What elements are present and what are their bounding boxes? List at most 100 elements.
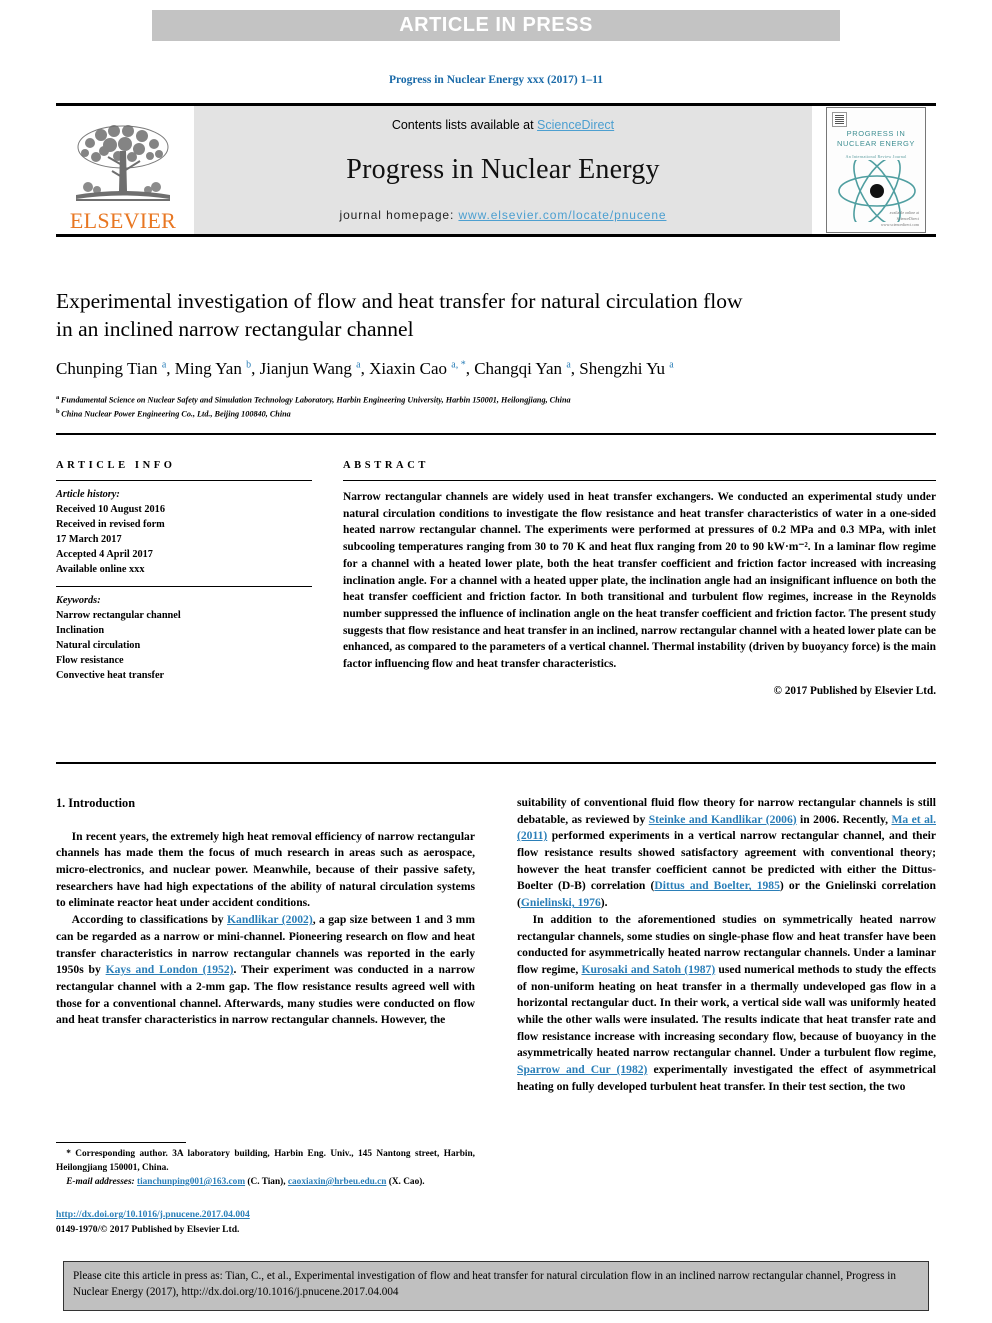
right-column-paragraphs: suitability of conventional fluid flow t… [517, 795, 936, 1095]
article-in-press-label: ARTICLE IN PRESS [399, 14, 593, 36]
author-name: Jianjun Wang [259, 359, 357, 378]
article-history-item: Available online xxx [56, 564, 145, 576]
doi-block: http://dx.doi.org/10.1016/j.pnucene.2017… [56, 1208, 475, 1238]
section-title-introduction: 1. Introduction [56, 796, 136, 810]
email-addresses-note: E-mail addresses: tianchunping001@163.co… [56, 1176, 475, 1190]
footnotes-block: * Corresponding author. 3A laboratory bu… [56, 1148, 475, 1190]
author-name: Ming Yan [174, 359, 247, 378]
affiliation-text: China Nuclear Power Engineering Co., Ltd… [61, 410, 291, 420]
issn-copyright-line: 0149-1970/© 2017 Published by Elsevier L… [56, 1223, 240, 1235]
keywords-label: Keywords: [56, 595, 101, 607]
journal-homepage-line: journal homepage: www.elsevier.com/locat… [340, 208, 667, 222]
keywords-block: Keywords: Narrow rectangular channel Incl… [56, 593, 312, 683]
article-history-label: Article history: [56, 489, 120, 500]
keywords-rule [56, 586, 312, 588]
author-name: Chunping Tian [56, 359, 162, 378]
sciencedirect-link[interactable]: ScienceDirect [537, 118, 614, 132]
article-in-press-banner: ARTICLE IN PRESS [152, 10, 840, 41]
citation-link[interactable]: Sparrow and Cur (1982) [517, 1063, 647, 1076]
author-name: Xiaxin Cao [369, 359, 452, 378]
author-name: Changqi Yan [474, 359, 567, 378]
article-history-items: Received 10 August 2016 Received in revis… [56, 502, 312, 577]
doi-link[interactable]: http://dx.doi.org/10.1016/j.pnucene.2017… [56, 1209, 250, 1220]
cover-title-line1: PROGRESS IN [846, 129, 906, 138]
cover-footer: available online at ScienceDirect www.sc… [881, 210, 919, 228]
article-history-item: Accepted 4 April 2017 [56, 549, 153, 561]
author-affiliation-mark: a, * [451, 359, 466, 371]
left-column-paragraphs: In recent years, the extremely high heat… [56, 829, 475, 1029]
body-paragraph: suitability of conventional fluid flow t… [517, 796, 937, 910]
abstract-heading: ABSTRACT [343, 460, 429, 471]
journal-masthead: ELSEVIER Contents lists available at Sci… [56, 103, 936, 237]
author-affiliation-mark: b [246, 359, 252, 371]
email-owner: (C. Tian), [245, 1176, 286, 1187]
journal-homepage-link[interactable]: www.elsevier.com/locate/pnucene [458, 208, 666, 222]
cover-title-line2: NUCLEAR ENERGY [837, 139, 915, 149]
author-list: Chunping Tian a, Ming Yan b, Jianjun Wan… [56, 359, 674, 378]
abstract-text: Narrow rectangular channels are widely u… [343, 491, 936, 671]
author-affiliation-mark: a [566, 359, 571, 371]
citation-link[interactable]: Kays and London (1952) [106, 963, 234, 976]
journal-cover-thumbnail: PROGRESS IN NUCLEAR ENERGY An Internatio… [826, 107, 926, 233]
article-history-item: Received in revised form [56, 519, 165, 531]
affiliation-item: a Fundamental Science on Nuclear Safety … [56, 393, 936, 407]
article-info-column: ARTICLE INFO Article history: Received 1… [56, 460, 312, 683]
email-addresses-label: E-mail addresses: [66, 1176, 135, 1187]
author-affiliation-mark: a [669, 359, 674, 371]
contents-available-line: Contents lists available at ScienceDirec… [392, 118, 614, 132]
article-history-block: Article history: Received 10 August 2016… [56, 487, 312, 577]
article-history-item: 17 March 2017 [56, 534, 122, 546]
abstract-rule [343, 480, 936, 481]
article-title: Experimental investigation of flow and h… [56, 289, 743, 342]
affiliation-item: b China Nuclear Power Engineering Co., L… [56, 407, 936, 421]
elsevier-wordmark: ELSEVIER [69, 208, 177, 233]
keyword-item: Inclination [56, 625, 105, 637]
citation-link[interactable]: Kandlikar (2002) [227, 913, 313, 926]
abstract-column: ABSTRACT Narrow rectangular channels are… [343, 460, 936, 697]
email-owner: (X. Cao). [386, 1176, 425, 1187]
body-paragraph: In addition to the aforementioned studie… [517, 912, 937, 1093]
author-affiliation-mark: a [356, 359, 361, 371]
article-info-heading: ARTICLE INFO [56, 460, 176, 471]
author-name: Shengzhi Yu [579, 359, 670, 378]
elsevier-logo: ELSEVIER [56, 106, 190, 234]
author-affiliation-mark: a [161, 359, 167, 371]
article-history-item: Received 10 August 2016 [56, 504, 165, 516]
journal-name: Progress in Nuclear Energy [346, 154, 660, 185]
abstract-copyright: © 2017 Published by Elsevier Ltd. [773, 684, 936, 697]
contents-prefix: Contents lists available at [391, 118, 538, 132]
divider-above-info [56, 433, 936, 435]
homepage-prefix: journal homepage: [339, 208, 459, 222]
cover-title: PROGRESS IN NUCLEAR ENERGY [827, 129, 925, 149]
keyword-item: Flow resistance [56, 655, 124, 667]
citation-box: Please cite this article in press as: Ti… [63, 1261, 929, 1311]
body-paragraph: According to classifications by Kandlika… [56, 913, 476, 1027]
citation-link[interactable]: Gnielinski, 1976 [521, 896, 601, 909]
elsevier-tree-icon [76, 125, 170, 201]
citation-text: Please cite this article in press as: Ti… [73, 1270, 896, 1298]
citation-link[interactable]: Dittus and Boelter, 1985 [654, 879, 780, 892]
keyword-item: Natural circulation [56, 640, 141, 652]
footnote-divider [56, 1142, 186, 1143]
body-paragraph: In recent years, the extremely high heat… [56, 829, 475, 910]
email-link[interactable]: caoxiaxin@hrbeu.edu.cn [288, 1177, 387, 1187]
email-link[interactable]: tianchunping001@163.com [137, 1177, 245, 1187]
cover-barcode-icon [832, 112, 847, 127]
cover-footer-line3: www.sciencedirect.com [880, 222, 919, 227]
body-column-right: suitability of conventional fluid flow t… [517, 795, 936, 1095]
cover-subtitle: An International Review Journal [845, 154, 907, 159]
keyword-item: Convective heat transfer [56, 670, 165, 682]
masthead-center: Contents lists available at ScienceDirec… [194, 106, 812, 234]
citation-link[interactable]: Steinke and Kandlikar (2006) [649, 813, 797, 826]
masthead-right: PROGRESS IN NUCLEAR ENERGY An Internatio… [816, 106, 936, 234]
article-info-rule [56, 480, 312, 481]
running-head: Progress in Nuclear Energy xxx (2017) 1–… [388, 74, 603, 86]
corresponding-author-note: * Corresponding author. 3A laboratory bu… [56, 1149, 475, 1173]
citation-link[interactable]: Kurosaki and Satoh (1987) [581, 963, 715, 976]
divider-below-abstract [56, 762, 936, 764]
body-column-left: 1. Introduction In recent years, the ext… [56, 795, 475, 1029]
affiliation-text: Fundamental Science on Nuclear Safety an… [60, 395, 571, 405]
email-addresses-list: tianchunping001@163.com (C. Tian), caoxi… [137, 1177, 425, 1187]
affiliation-list: a Fundamental Science on Nuclear Safety … [56, 393, 936, 422]
keyword-item: Narrow rectangular channel [56, 610, 181, 622]
